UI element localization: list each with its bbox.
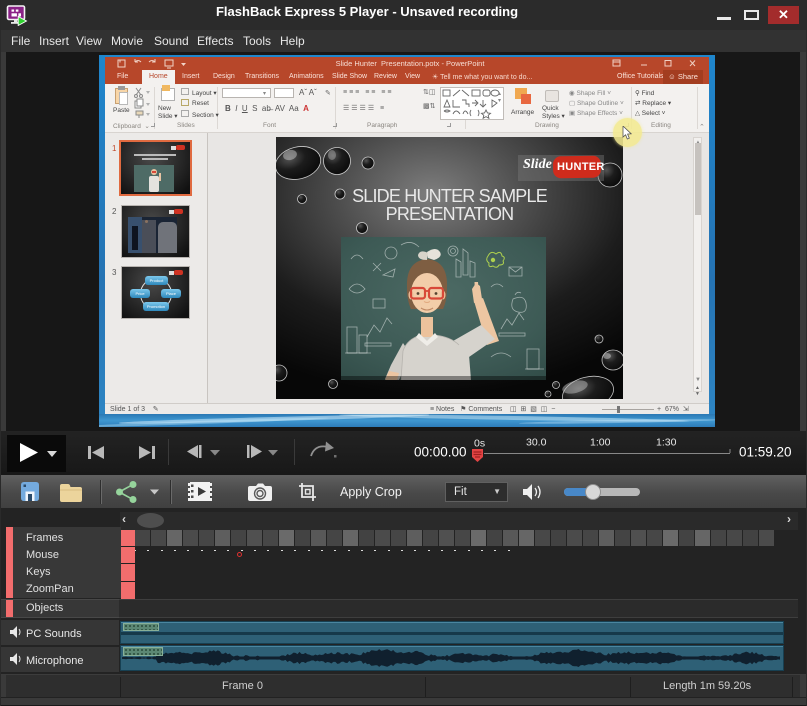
svg-text:00:00.00: 00:00.00 <box>414 445 467 460</box>
svg-text:30.0: 30.0 <box>526 437 547 449</box>
svg-text:0s: 0s <box>474 438 485 450</box>
svg-text:Apply Crop: Apply Crop <box>340 485 402 499</box>
svg-text:1:30: 1:30 <box>656 437 677 449</box>
svg-text:1:00: 1:00 <box>590 437 611 449</box>
svg-text:01:59.20: 01:59.20 <box>739 445 792 460</box>
